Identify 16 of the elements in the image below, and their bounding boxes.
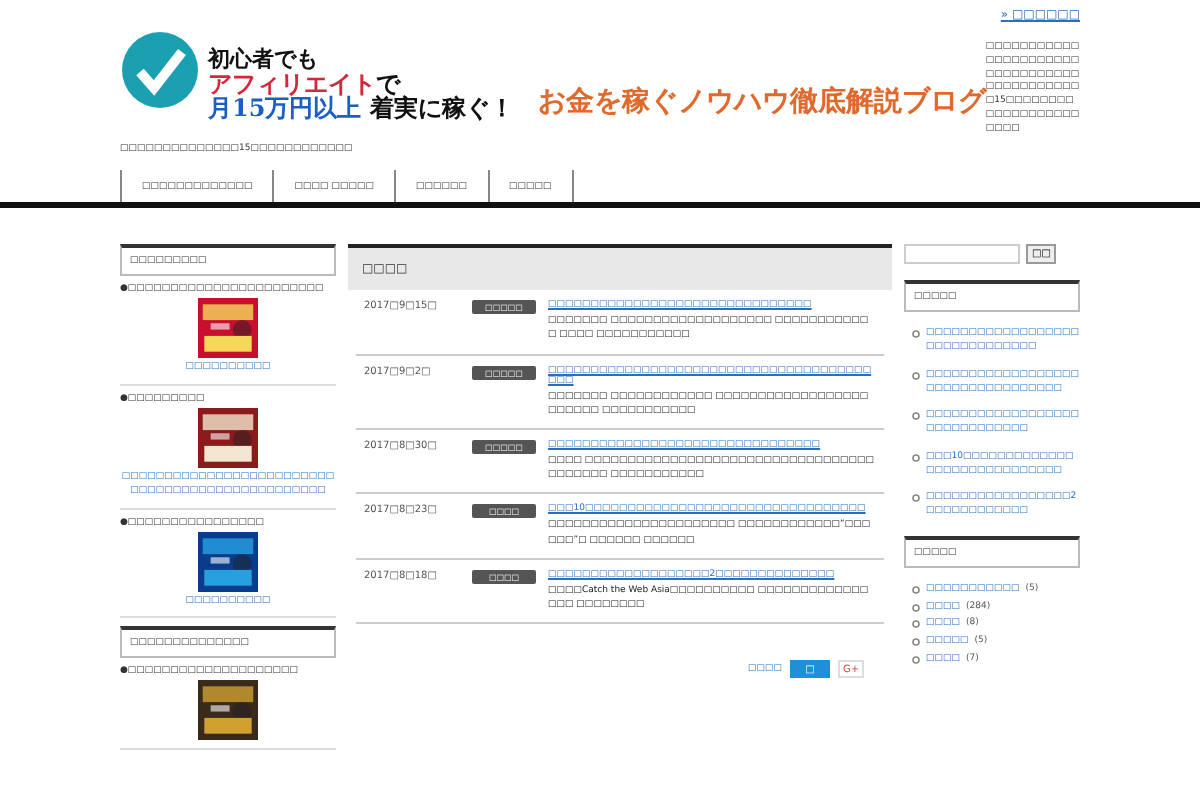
blog-name: お金を稼ぐノウハウ徹底解説ブログ [537,85,986,120]
search-field[interactable] [904,244,1020,265]
bullet-icon [912,330,920,339]
checkmark-icon [120,30,200,110]
bullet-icon [912,453,920,462]
bullet-icon [912,620,920,629]
bullet-icon [912,412,920,421]
bullet-icon [912,655,920,664]
bullet-icon [912,494,920,503]
banner-line: 初心者でも [208,48,320,72]
bullet-icon [912,371,920,380]
bullet-icon [912,638,920,646]
banner-line: 月15万円以上 着実に稼ぐ！ [208,96,514,122]
bullet-icon [912,603,920,611]
banner-line: アフィリエイト で [208,71,401,97]
bullet-icon [912,585,920,594]
